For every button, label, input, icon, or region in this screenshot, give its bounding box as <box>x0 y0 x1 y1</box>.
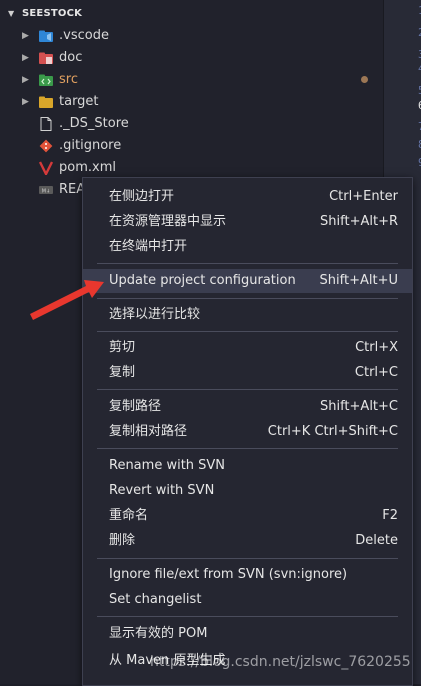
annotation-arrow-icon <box>30 280 104 320</box>
watermark: https://blog.csdn.net/jzlswc_7620255 <box>150 654 411 670</box>
